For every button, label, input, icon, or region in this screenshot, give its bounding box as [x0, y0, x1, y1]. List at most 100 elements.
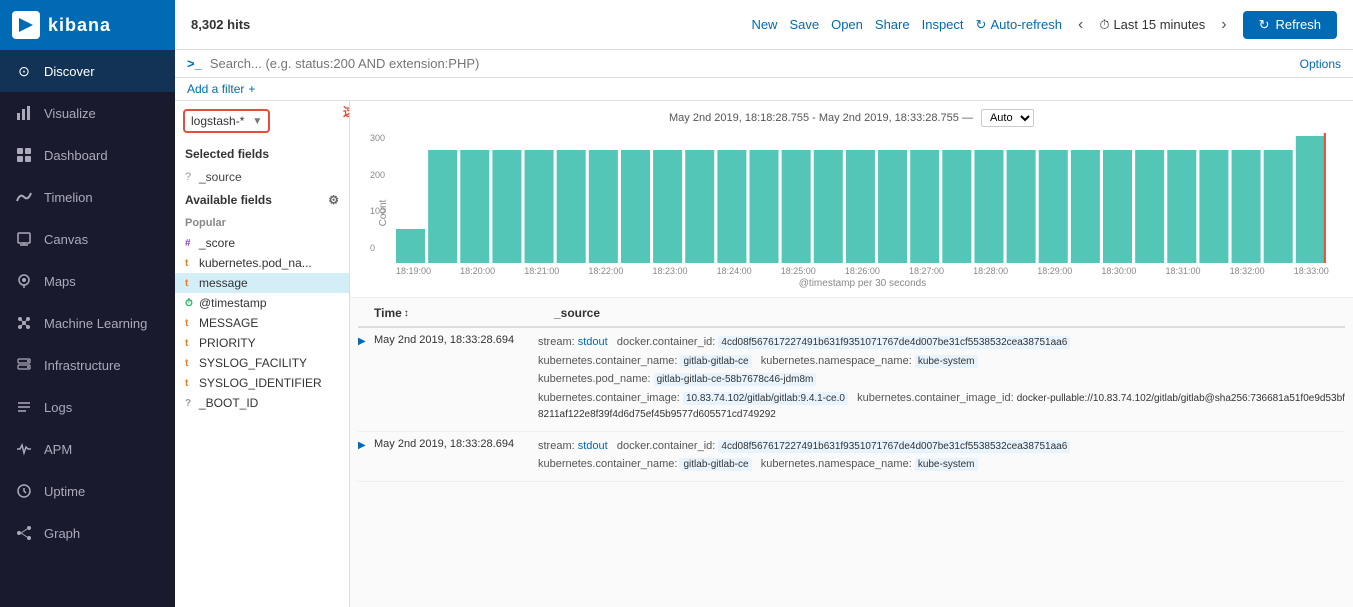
field-item-timestamp[interactable]: ⏱ @timestamp	[175, 293, 349, 313]
row-expand-button[interactable]: ▶	[358, 438, 374, 475]
source-line: kubernetes.container_name: gitlab-gitlab…	[538, 456, 1345, 473]
sidebar-item-label: Canvas	[44, 232, 88, 247]
sidebar-item-visualize[interactable]: Visualize	[0, 92, 175, 134]
source-line: stream: stdout docker.container_id: 4cd0…	[538, 334, 1345, 351]
table-row: ▶ May 2nd 2019, 18:33:28.694 stream: std…	[358, 328, 1345, 432]
apm-icon	[14, 439, 34, 459]
sidebar-item-uptime[interactable]: Uptime	[0, 470, 175, 512]
open-button[interactable]: Open	[831, 17, 863, 32]
sidebar-item-label: Infrastructure	[44, 358, 121, 373]
field-item-message-cap[interactable]: t MESSAGE	[175, 313, 349, 333]
index-selector: logstash-* ▼	[175, 101, 349, 141]
sidebar-item-dashboard[interactable]: Dashboard	[0, 134, 175, 176]
graph-icon	[14, 523, 34, 543]
sidebar: kibana ⊙ Discover Visualize Dashboard Ti…	[0, 0, 175, 607]
canvas-icon	[14, 229, 34, 249]
inspect-button[interactable]: Inspect	[922, 17, 964, 32]
chart-area: May 2nd 2019, 18:18:28.755 - May 2nd 201…	[350, 101, 1353, 298]
sidebar-item-label: Visualize	[44, 106, 96, 121]
time-range-button[interactable]: ⏱ Last 15 minutes	[1099, 17, 1205, 33]
field-type-icon: t	[185, 378, 195, 389]
share-button[interactable]: Share	[875, 17, 910, 32]
source-line: kubernetes.container_name: gitlab-gitlab…	[538, 353, 1345, 370]
options-button[interactable]: Options	[1300, 57, 1341, 71]
refresh-button[interactable]: ↻ Refresh	[1243, 11, 1337, 39]
sidebar-item-maps[interactable]: Maps	[0, 260, 175, 302]
hits-count: 8,302 hits	[191, 17, 250, 32]
content-area: logstash-* ▼ 这个索引就是系统默认创建的，所有的系统日志和业务日志都…	[175, 101, 1353, 607]
chevron-right-button[interactable]: ›	[1217, 14, 1230, 36]
clock-icon: ⏱	[1099, 17, 1109, 33]
y-axis: 300 200 100 0	[370, 133, 385, 253]
chart-date-range: May 2nd 2019, 18:18:28.755 - May 2nd 201…	[669, 112, 973, 124]
search-prefix: >_	[187, 56, 202, 71]
source-line: kubernetes.pod_name: gitlab-gitlab-ce-58…	[538, 371, 1345, 388]
field-item-syslog-identifier[interactable]: t SYSLOG_IDENTIFIER	[175, 373, 349, 393]
field-name: SYSLOG_IDENTIFIER	[199, 376, 322, 390]
search-bar: >_ Options	[175, 50, 1353, 78]
sidebar-item-canvas[interactable]: Canvas	[0, 218, 175, 260]
right-panel: May 2nd 2019, 18:18:28.755 - May 2nd 201…	[350, 101, 1353, 607]
gear-icon[interactable]: ⚙	[328, 193, 339, 207]
visualize-icon	[14, 103, 34, 123]
index-pattern-label: logstash-*	[191, 114, 244, 128]
container-id-value: 4cd08f567617227491b631f9351071767de4d007…	[718, 336, 1070, 349]
field-item-syslog-facility[interactable]: t SYSLOG_FACILITY	[175, 353, 349, 373]
sidebar-item-infrastructure[interactable]: Infrastructure	[0, 344, 175, 386]
row-time: May 2nd 2019, 18:33:28.694	[374, 334, 538, 425]
field-type-icon: #	[185, 238, 195, 249]
auto-refresh-button[interactable]: ↻ Auto-refresh	[976, 17, 1062, 33]
plus-icon: +	[248, 82, 255, 96]
sidebar-item-label: Logs	[44, 400, 72, 415]
add-filter-button[interactable]: Add a filter +	[187, 82, 255, 96]
sidebar-item-logs[interactable]: Logs	[0, 386, 175, 428]
annotation-text: 这个索引就是系统默认创建的，所有的系统日志和业务日志都在里面	[343, 103, 350, 120]
sidebar-item-label: APM	[44, 442, 72, 457]
search-input[interactable]	[210, 56, 1292, 71]
results-table: Time ↕ _source ▶ May 2nd 2019, 18:33:28.…	[350, 298, 1353, 607]
col-time: Time ↕	[374, 306, 554, 320]
chevron-left-button[interactable]: ‹	[1074, 14, 1087, 36]
sidebar-item-apm[interactable]: APM	[0, 428, 175, 470]
logo-text: kibana	[48, 15, 111, 36]
field-name: MESSAGE	[199, 316, 258, 330]
selected-field-source: ? _source	[175, 167, 349, 187]
add-filter-label: Add a filter	[187, 82, 244, 96]
field-type-icon: ?	[185, 398, 195, 409]
index-dropdown[interactable]: logstash-* ▼	[183, 109, 270, 133]
dropdown-arrow-icon: ▼	[252, 116, 262, 127]
discover-icon: ⊙	[14, 61, 34, 81]
auto-select-dropdown[interactable]: Auto	[981, 109, 1034, 127]
sidebar-item-machine-learning[interactable]: Machine Learning	[0, 302, 175, 344]
field-name: kubernetes.pod_na...	[199, 256, 312, 270]
save-button[interactable]: Save	[789, 17, 819, 32]
uptime-icon	[14, 481, 34, 501]
filter-bar: Add a filter +	[175, 78, 1353, 101]
machine-learning-icon	[14, 313, 34, 333]
field-item-message[interactable]: t message	[175, 273, 349, 293]
field-name: _source	[199, 170, 242, 184]
sidebar-item-graph[interactable]: Graph	[0, 512, 175, 554]
field-name: PRIORITY	[199, 336, 256, 350]
available-fields-title: Available fields	[185, 193, 272, 207]
sidebar-item-discover[interactable]: ⊙ Discover	[0, 50, 175, 92]
sidebar-item-timelion[interactable]: Timelion	[0, 176, 175, 218]
field-item-boot-id[interactable]: ? _BOOT_ID	[175, 393, 349, 413]
field-type-icon: ⏱	[185, 298, 195, 309]
selected-fields-title: Selected fields	[175, 141, 349, 167]
infrastructure-icon	[14, 355, 34, 375]
source-line: kubernetes.container_image: 10.83.74.102…	[538, 390, 1345, 423]
field-item-score[interactable]: # _score	[175, 233, 349, 253]
field-item-priority[interactable]: t PRIORITY	[175, 333, 349, 353]
sidebar-item-label: Graph	[44, 526, 80, 541]
col-source: _source	[554, 306, 1345, 320]
sidebar-item-label: Maps	[44, 274, 76, 289]
row-expand-button[interactable]: ▶	[358, 334, 374, 425]
popular-label: Popular	[175, 213, 349, 233]
logs-icon	[14, 397, 34, 417]
row-source: stream: stdout docker.container_id: 4cd0…	[538, 438, 1345, 475]
field-type-icon: t	[185, 358, 195, 369]
field-item-pod-name[interactable]: t kubernetes.pod_na...	[175, 253, 349, 273]
timelion-icon	[14, 187, 34, 207]
new-button[interactable]: New	[751, 17, 777, 32]
